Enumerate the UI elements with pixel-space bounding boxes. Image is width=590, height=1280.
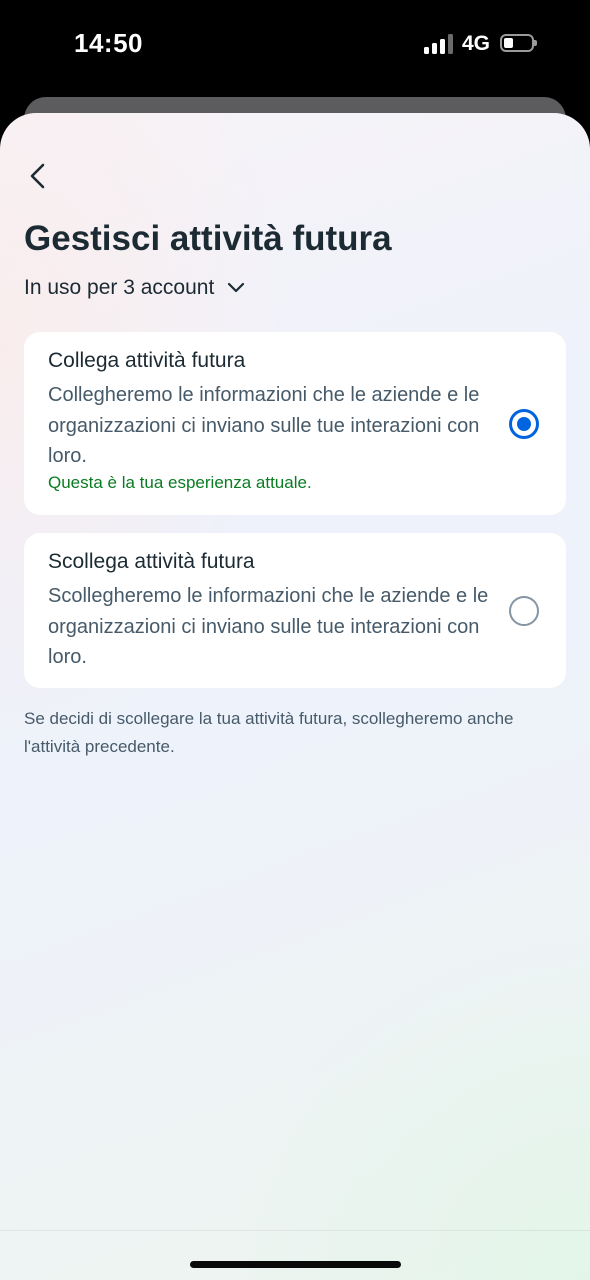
settings-sheet: Gestisci attività futura In uso per 3 ac… [0,113,590,1280]
phone-screen: 14:50 4G Gestisci attività futura In uso… [0,0,590,1280]
account-selector[interactable]: In uso per 3 account [24,273,246,303]
chevron-left-icon [30,163,45,189]
cellular-signal-icon [424,34,454,54]
option-description: Scollegheremo le informazioni che le azi… [48,585,489,668]
footnote-text: Se decidi di scollegare la tua attività … [24,709,514,756]
option-link-future-activity[interactable]: Collega attività futura Collegheremo le … [24,332,566,515]
option-title: Collega attività futura [48,349,246,372]
option-title: Scollega attività futura [48,550,255,573]
chevron-down-icon [228,282,245,293]
back-button[interactable] [22,159,56,193]
radio-button-selected[interactable] [509,409,539,439]
account-selector-label: In uso per 3 account [24,276,215,299]
option-description: Collegheremo le informazioni che le azie… [48,384,480,467]
network-type: 4G [462,32,491,55]
page-title: Gestisci attività futura [24,219,392,258]
option-unlink-future-activity[interactable]: Scollega attività futura Scollegheremo l… [24,533,566,688]
status-bar: 14:50 4G [0,0,590,90]
battery-icon [500,34,537,52]
divider [0,1230,590,1231]
radio-button-unselected[interactable] [509,596,539,626]
current-experience-label: Questa è la tua esperienza attuale. [48,473,312,492]
home-indicator[interactable] [190,1261,401,1268]
status-time: 14:50 [74,28,143,58]
